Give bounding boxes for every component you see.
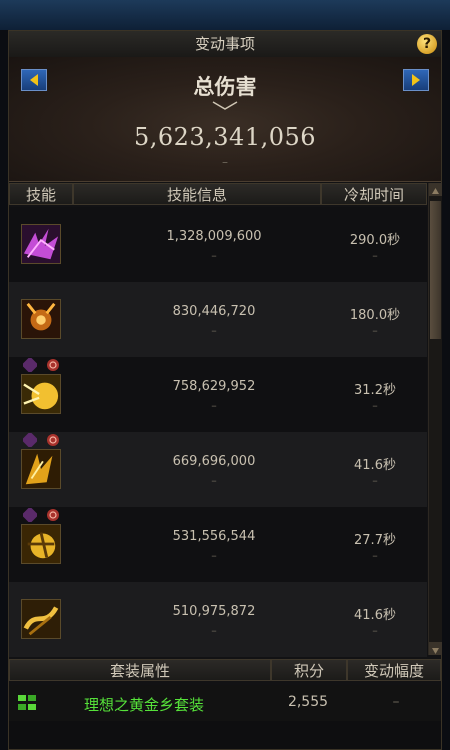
triangle-up-icon bbox=[432, 188, 439, 194]
skill-cooldown: 31.2秒 bbox=[354, 383, 396, 398]
skill-5-icon bbox=[21, 524, 61, 564]
table-header: 技能 技能信息 冷却时间 bbox=[9, 181, 427, 207]
column-header-skill: 技能 bbox=[9, 183, 73, 205]
column-header-score: 积分 bbox=[271, 659, 347, 681]
skill-cooldown: 27.7秒 bbox=[354, 533, 396, 548]
cooldown-change: – bbox=[372, 324, 378, 337]
window-title: 变动事项 bbox=[194, 35, 255, 53]
skill-damage: 531,556,544 bbox=[172, 529, 256, 544]
skill-damage: 1,328,009,600 bbox=[166, 229, 262, 244]
swirl-icon bbox=[47, 359, 60, 371]
skill-1-icon bbox=[21, 224, 61, 264]
skill-3-icon bbox=[21, 374, 61, 414]
scrollbar[interactable] bbox=[428, 183, 442, 655]
set-table-header: 套装属性 积分 变动幅度 bbox=[9, 657, 441, 683]
table-row[interactable]: 1,328,009,600 290.0秒 – – bbox=[9, 207, 427, 282]
cooldown-change: – bbox=[372, 249, 378, 262]
table-row[interactable]: 669,696,000 41.6秒 – – bbox=[9, 432, 427, 507]
top-strip bbox=[0, 0, 450, 30]
skill-cooldown: 290.0秒 bbox=[349, 233, 401, 248]
help-button[interactable]: ? bbox=[417, 34, 437, 54]
change-details-panel: 变动事项 ? 总伤害 5,623,341,056 – 技能 技能信息 冷却时间 … bbox=[8, 30, 442, 750]
set-icon bbox=[18, 695, 36, 710]
skill-damage: 669,696,000 bbox=[172, 454, 256, 469]
triangle-down-icon bbox=[432, 648, 439, 654]
skill-list: 1,328,009,600 290.0秒 – – 830,446,720 180… bbox=[9, 207, 427, 657]
skill-cooldown: 41.6秒 bbox=[354, 608, 396, 623]
table-row[interactable]: 510,975,872 41.6秒 – – bbox=[9, 582, 427, 657]
column-header-set-attributes: 套装属性 bbox=[9, 659, 271, 681]
set-score: 2,555 bbox=[287, 694, 329, 710]
damage-change: – bbox=[211, 624, 217, 637]
damage-change: – bbox=[211, 474, 217, 487]
set-row[interactable]: 理想之黄金乡套装 2,555 – bbox=[9, 685, 441, 721]
swirl-icon bbox=[47, 509, 60, 521]
summary-label: 总伤害 bbox=[193, 75, 257, 99]
column-header-cooldown: 冷却时间 bbox=[321, 183, 427, 205]
summary-section: 总伤害 5,623,341,056 – bbox=[9, 57, 441, 182]
damage-change: – bbox=[211, 249, 217, 262]
table-row[interactable]: 830,446,720 180.0秒 – – bbox=[9, 282, 427, 357]
set-change: – bbox=[392, 694, 400, 710]
damage-change: – bbox=[211, 324, 217, 337]
skill-6-icon bbox=[21, 599, 61, 639]
table-row[interactable]: 758,629,952 31.2秒 – – bbox=[9, 357, 427, 432]
cooldown-change: – bbox=[372, 549, 378, 562]
skill-damage: 510,975,872 bbox=[172, 604, 256, 619]
skill-4-icon bbox=[21, 449, 61, 489]
column-header-change: 变动幅度 bbox=[347, 659, 441, 681]
summary-value: 5,623,341,056 bbox=[133, 123, 317, 151]
rune-icon bbox=[23, 358, 37, 372]
scroll-down-button[interactable] bbox=[429, 642, 442, 655]
skill-cooldown: 41.6秒 bbox=[354, 458, 396, 473]
scrollbar-thumb[interactable] bbox=[430, 201, 441, 339]
scroll-up-button[interactable] bbox=[429, 183, 442, 196]
damage-change: – bbox=[211, 399, 217, 412]
cooldown-change: – bbox=[372, 474, 378, 487]
panel-footer bbox=[9, 721, 441, 749]
swirl-icon bbox=[47, 434, 60, 446]
title-bar: 变动事项 ? bbox=[9, 31, 441, 58]
rune-icon bbox=[23, 508, 37, 522]
skill-cooldown: 180.0秒 bbox=[349, 308, 401, 323]
skill-damage: 830,446,720 bbox=[172, 304, 256, 319]
column-header-skill-info: 技能信息 bbox=[73, 183, 321, 205]
summary-change: – bbox=[222, 155, 228, 169]
cooldown-change: – bbox=[372, 399, 378, 412]
cooldown-change: – bbox=[372, 624, 378, 637]
chevron-down-icon bbox=[212, 101, 238, 110]
damage-change: – bbox=[211, 549, 217, 562]
skill-damage: 758,629,952 bbox=[172, 379, 256, 394]
table-row[interactable]: 531,556,544 27.7秒 – – bbox=[9, 507, 427, 582]
rune-icon bbox=[23, 433, 37, 447]
skill-2-icon bbox=[21, 299, 61, 339]
set-name: 理想之黄金乡套装 bbox=[83, 696, 204, 714]
